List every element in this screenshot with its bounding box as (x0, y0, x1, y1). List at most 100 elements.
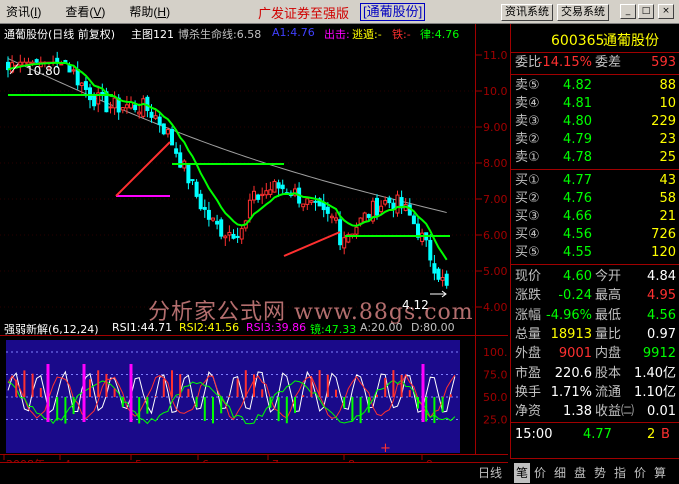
candle-body (247, 199, 252, 219)
ask-price: 4.80 (563, 114, 592, 129)
candle-body (92, 95, 97, 107)
bid-volume: 21 (659, 209, 676, 224)
uptrend-segment (283, 231, 341, 257)
stat-value: 1.38 (563, 404, 592, 420)
stat-label: 内盘 (595, 346, 622, 362)
bid-row: 买② 4.76 58 (511, 190, 679, 208)
price-tick-label: 6.00 (483, 229, 508, 242)
price-tick-label: 11.00 (483, 49, 508, 62)
bid-row: 买① 4.77 43 (511, 172, 679, 190)
candle-body (112, 97, 117, 109)
candle-body (141, 98, 146, 117)
chart-area[interactable]: 通葡股份(日线 前复权) 主图121 博杀生命线:6.58 A1:4.76 出击… (0, 24, 508, 470)
stat-value: -4.96% (546, 307, 592, 323)
stat-value: -0.24 (558, 288, 592, 304)
stat-row: 市盈 220.6 股本 1.40亿 (511, 365, 679, 383)
panel-tab[interactable]: 势 (594, 463, 606, 483)
sub-tick-label: 50.00 (483, 391, 508, 404)
period-tab[interactable]: 日线 (478, 463, 502, 483)
ask-volume: 88 (659, 78, 676, 93)
candle-body (387, 197, 392, 204)
ask-row: 卖④ 4.81 10 (511, 95, 679, 113)
candle-body (264, 190, 269, 196)
menu-item-help[interactable]: 帮助(H) (123, 1, 176, 23)
candle-body (428, 239, 433, 261)
life-line (7, 61, 448, 261)
candle-body (219, 219, 224, 237)
candle-body (170, 128, 174, 146)
candle-body (436, 268, 441, 280)
ask-label: 卖④ (515, 96, 540, 111)
menu-item-view[interactable]: 查看(V) (59, 1, 111, 23)
candle-body (165, 129, 170, 135)
rsi3-value: RSI3:39.86 (246, 321, 307, 334)
candle-body (71, 69, 76, 72)
panel-tab[interactable]: 盘 (574, 463, 586, 483)
stat-row: 净资 1.38 收益㈡ 0.01 (511, 403, 679, 421)
bid-price: 4.55 (563, 245, 592, 260)
candle-body (198, 193, 203, 210)
candle-body (252, 190, 256, 201)
stat-row: 换手 1.71% 流通 1.10亿 (511, 384, 679, 402)
candle-body (55, 57, 60, 63)
candle-body (174, 148, 179, 154)
close-button[interactable]: × (658, 4, 674, 19)
stat-label: 最低 (595, 307, 622, 323)
panel-tab[interactable]: 价 (534, 463, 546, 483)
kline-chart: 11.00 10.00 9.00 8.00 7.00 6.00 5.00 4.00 + 100… (0, 24, 508, 470)
ask-label: 卖⑤ (515, 78, 540, 93)
bid-row: 买③ 4.66 21 (511, 208, 679, 226)
price-tick-label: 4.00 (483, 301, 508, 314)
price-tick-label: 8.00 (483, 157, 508, 170)
candle-body (329, 215, 334, 219)
trade-system-button[interactable]: 交易系统 (557, 4, 609, 21)
stat-value: 4.56 (647, 307, 676, 323)
candle-body (67, 64, 72, 73)
bid-row: 买⑤ 4.55 120 (511, 244, 679, 262)
candle-body (366, 214, 371, 218)
candle-body (309, 200, 314, 203)
candle-body (235, 235, 240, 238)
bid-label: 买② (515, 191, 540, 206)
stat-label: 现价 (515, 269, 542, 284)
app-title: 广发证券至强版 (258, 6, 350, 21)
bid-volume: 58 (659, 191, 676, 206)
ask-row: 卖① 4.78 25 (511, 149, 679, 167)
tick-row: 15:00 4.77 2 B (511, 426, 679, 444)
panel-tab[interactable]: 指 (614, 463, 626, 483)
stat-row: 外盘 9001 内盘 9912 (511, 345, 679, 363)
candle-body (202, 207, 207, 210)
panel-tab[interactable]: 价 (634, 463, 646, 483)
a-level-value: A:20.00 (360, 321, 403, 334)
candle-body (161, 123, 166, 135)
candle-body (280, 184, 285, 190)
bid-volume: 726 (651, 227, 676, 242)
stat-value: 220.6 (554, 365, 592, 381)
stat-row: 涨幅 -4.96% 最低 4.56 (511, 307, 679, 325)
candle-body (79, 82, 84, 87)
candle-body (334, 217, 338, 221)
bid-label: 买④ (515, 227, 540, 242)
panel-tab[interactable]: 笔 (514, 463, 531, 483)
panel-tab[interactable]: 细 (554, 463, 566, 483)
panel-tab[interactable]: 算 (654, 463, 666, 483)
tick-side: B (661, 427, 670, 442)
candle-body (215, 220, 220, 225)
stat-value: 18913 (550, 326, 592, 342)
candle-body (239, 228, 244, 240)
stat-value: 1.10亿 (634, 384, 676, 400)
bid-volume: 43 (659, 173, 676, 188)
maximize-button[interactable]: □ (638, 4, 654, 19)
minimize-button[interactable]: _ (620, 4, 636, 19)
candle-body (137, 111, 142, 115)
info-system-button[interactable]: 资讯系统 (501, 4, 553, 21)
buy-signal-marker: + (380, 441, 391, 456)
stat-value: 0.97 (647, 326, 676, 342)
bid-price: 4.56 (563, 227, 592, 242)
menu-item-info[interactable]: 资讯(I) (0, 1, 47, 23)
candle-body (325, 206, 330, 214)
bid-volume: 120 (651, 245, 676, 260)
candle-body (153, 115, 158, 119)
candle-body (133, 104, 138, 111)
stat-label: 收益㈡ (595, 404, 635, 420)
